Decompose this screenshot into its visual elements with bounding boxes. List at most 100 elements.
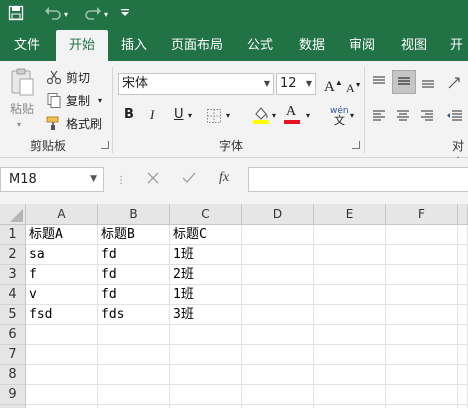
- tab-file[interactable]: 文件: [2, 30, 52, 61]
- tab-page-layout[interactable]: 页面布局: [162, 30, 232, 61]
- cell-d3[interactable]: [242, 265, 314, 285]
- paste-icon[interactable]: [9, 67, 35, 100]
- cell-partial[interactable]: [458, 265, 468, 285]
- cell-e6[interactable]: [314, 325, 386, 345]
- cell-d4[interactable]: [242, 285, 314, 305]
- cell-f4[interactable]: [386, 285, 458, 305]
- borders-icon[interactable]: [206, 108, 222, 127]
- cell-c6[interactable]: [170, 325, 242, 345]
- cell-c7[interactable]: [170, 345, 242, 365]
- row-header-7[interactable]: 7: [0, 345, 26, 365]
- redo-icon[interactable]: [84, 5, 102, 27]
- borders-dropdown-icon[interactable]: ▾: [226, 108, 230, 124]
- decrease-font-size-icon[interactable]: A▼: [346, 77, 362, 96]
- cell-a9[interactable]: [26, 385, 98, 405]
- column-header-b[interactable]: B: [98, 204, 170, 225]
- cell-d9[interactable]: [242, 385, 314, 405]
- cell-a1[interactable]: 标题A: [26, 225, 98, 245]
- font-color-dropdown-icon[interactable]: ▾: [306, 108, 310, 124]
- format-painter-button[interactable]: 格式刷: [66, 116, 102, 132]
- tab-insert[interactable]: 插入: [112, 30, 156, 61]
- copy-button[interactable]: 复制: [66, 93, 90, 109]
- tab-home[interactable]: 开始: [56, 30, 108, 61]
- cell-partial[interactable]: [458, 365, 468, 385]
- cancel-icon[interactable]: [147, 172, 159, 188]
- cell-d6[interactable]: [242, 325, 314, 345]
- row-header-1[interactable]: 1: [0, 225, 26, 245]
- tab-data[interactable]: 数据: [290, 30, 334, 61]
- cell-b1[interactable]: 标题B: [98, 225, 170, 245]
- cell-a8[interactable]: [26, 365, 98, 385]
- tab-view[interactable]: 视图: [392, 30, 436, 61]
- cell-partial[interactable]: [458, 245, 468, 265]
- cell-f6[interactable]: [386, 325, 458, 345]
- cell-d1[interactable]: [242, 225, 314, 245]
- cell-e9[interactable]: [314, 385, 386, 405]
- underline-dropdown-icon[interactable]: ▾: [188, 108, 192, 124]
- cell-c5[interactable]: 3班: [170, 305, 242, 325]
- cell-b9[interactable]: [98, 385, 170, 405]
- align-left-icon[interactable]: [371, 108, 387, 127]
- align-right-icon[interactable]: [419, 108, 435, 127]
- cell-f8[interactable]: [386, 365, 458, 385]
- cell-a4[interactable]: v: [26, 285, 98, 305]
- cell-b3[interactable]: fd: [98, 265, 170, 285]
- cell-d2[interactable]: [242, 245, 314, 265]
- cell-a2[interactable]: sa: [26, 245, 98, 265]
- cell-f2[interactable]: [386, 245, 458, 265]
- cell-d5[interactable]: [242, 305, 314, 325]
- column-header-e[interactable]: E: [314, 204, 386, 225]
- cell-a7[interactable]: [26, 345, 98, 365]
- font-launcher-icon[interactable]: [352, 141, 360, 149]
- cell-c8[interactable]: [170, 365, 242, 385]
- cell-f5[interactable]: [386, 305, 458, 325]
- cell-partial[interactable]: [458, 285, 468, 305]
- column-header-d[interactable]: D: [242, 204, 314, 225]
- font-name-select[interactable]: 宋体 ▼: [118, 73, 274, 95]
- save-icon[interactable]: [8, 5, 24, 27]
- underline-button[interactable]: U: [174, 107, 184, 123]
- cell-d7[interactable]: [242, 345, 314, 365]
- tab-review[interactable]: 审阅: [340, 30, 384, 61]
- redo-dropdown-icon[interactable]: ▾: [104, 5, 108, 25]
- tab-formulas[interactable]: 公式: [238, 30, 282, 61]
- cell-partial[interactable]: [458, 225, 468, 245]
- copy-dropdown-icon[interactable]: ▾: [98, 93, 102, 109]
- font-size-select[interactable]: 12 ▼: [276, 73, 316, 95]
- font-color-button[interactable]: A: [286, 104, 296, 120]
- tab-developer[interactable]: 开发: [444, 30, 468, 84]
- cell-partial[interactable]: [458, 305, 468, 325]
- insert-function-button[interactable]: fx: [219, 170, 229, 186]
- cell-c2[interactable]: 1班: [170, 245, 242, 265]
- cell-c9[interactable]: [170, 385, 242, 405]
- cell-partial[interactable]: [458, 345, 468, 365]
- row-header-6[interactable]: 6: [0, 325, 26, 345]
- cell-e7[interactable]: [314, 345, 386, 365]
- cell-f3[interactable]: [386, 265, 458, 285]
- align-top-icon[interactable]: [371, 74, 387, 93]
- cell-b7[interactable]: [98, 345, 170, 365]
- undo-icon[interactable]: [44, 5, 62, 27]
- undo-dropdown-icon[interactable]: ▾: [64, 5, 68, 25]
- cell-a5[interactable]: fsd: [26, 305, 98, 325]
- align-center-icon[interactable]: [395, 108, 411, 127]
- italic-button[interactable]: I: [150, 107, 154, 123]
- cell-b8[interactable]: [98, 365, 170, 385]
- cell-e5[interactable]: [314, 305, 386, 325]
- bold-button[interactable]: B: [124, 107, 134, 123]
- cell-partial[interactable]: [458, 325, 468, 345]
- row-header-2[interactable]: 2: [0, 245, 26, 265]
- row-header-9[interactable]: 9: [0, 385, 26, 405]
- orientation-icon[interactable]: [446, 73, 464, 94]
- cell-a3[interactable]: f: [26, 265, 98, 285]
- column-header-partial[interactable]: [458, 204, 468, 225]
- cell-c3[interactable]: 2班: [170, 265, 242, 285]
- fill-color-dropdown-icon[interactable]: ▾: [272, 108, 276, 124]
- formula-input[interactable]: [248, 167, 468, 192]
- customize-qat-icon[interactable]: [120, 5, 130, 27]
- select-all-corner[interactable]: [0, 204, 26, 225]
- cell-e4[interactable]: [314, 285, 386, 305]
- phonetic-dropdown-icon[interactable]: ▾: [350, 108, 354, 124]
- row-header-4[interactable]: 4: [0, 285, 26, 305]
- cell-b6[interactable]: [98, 325, 170, 345]
